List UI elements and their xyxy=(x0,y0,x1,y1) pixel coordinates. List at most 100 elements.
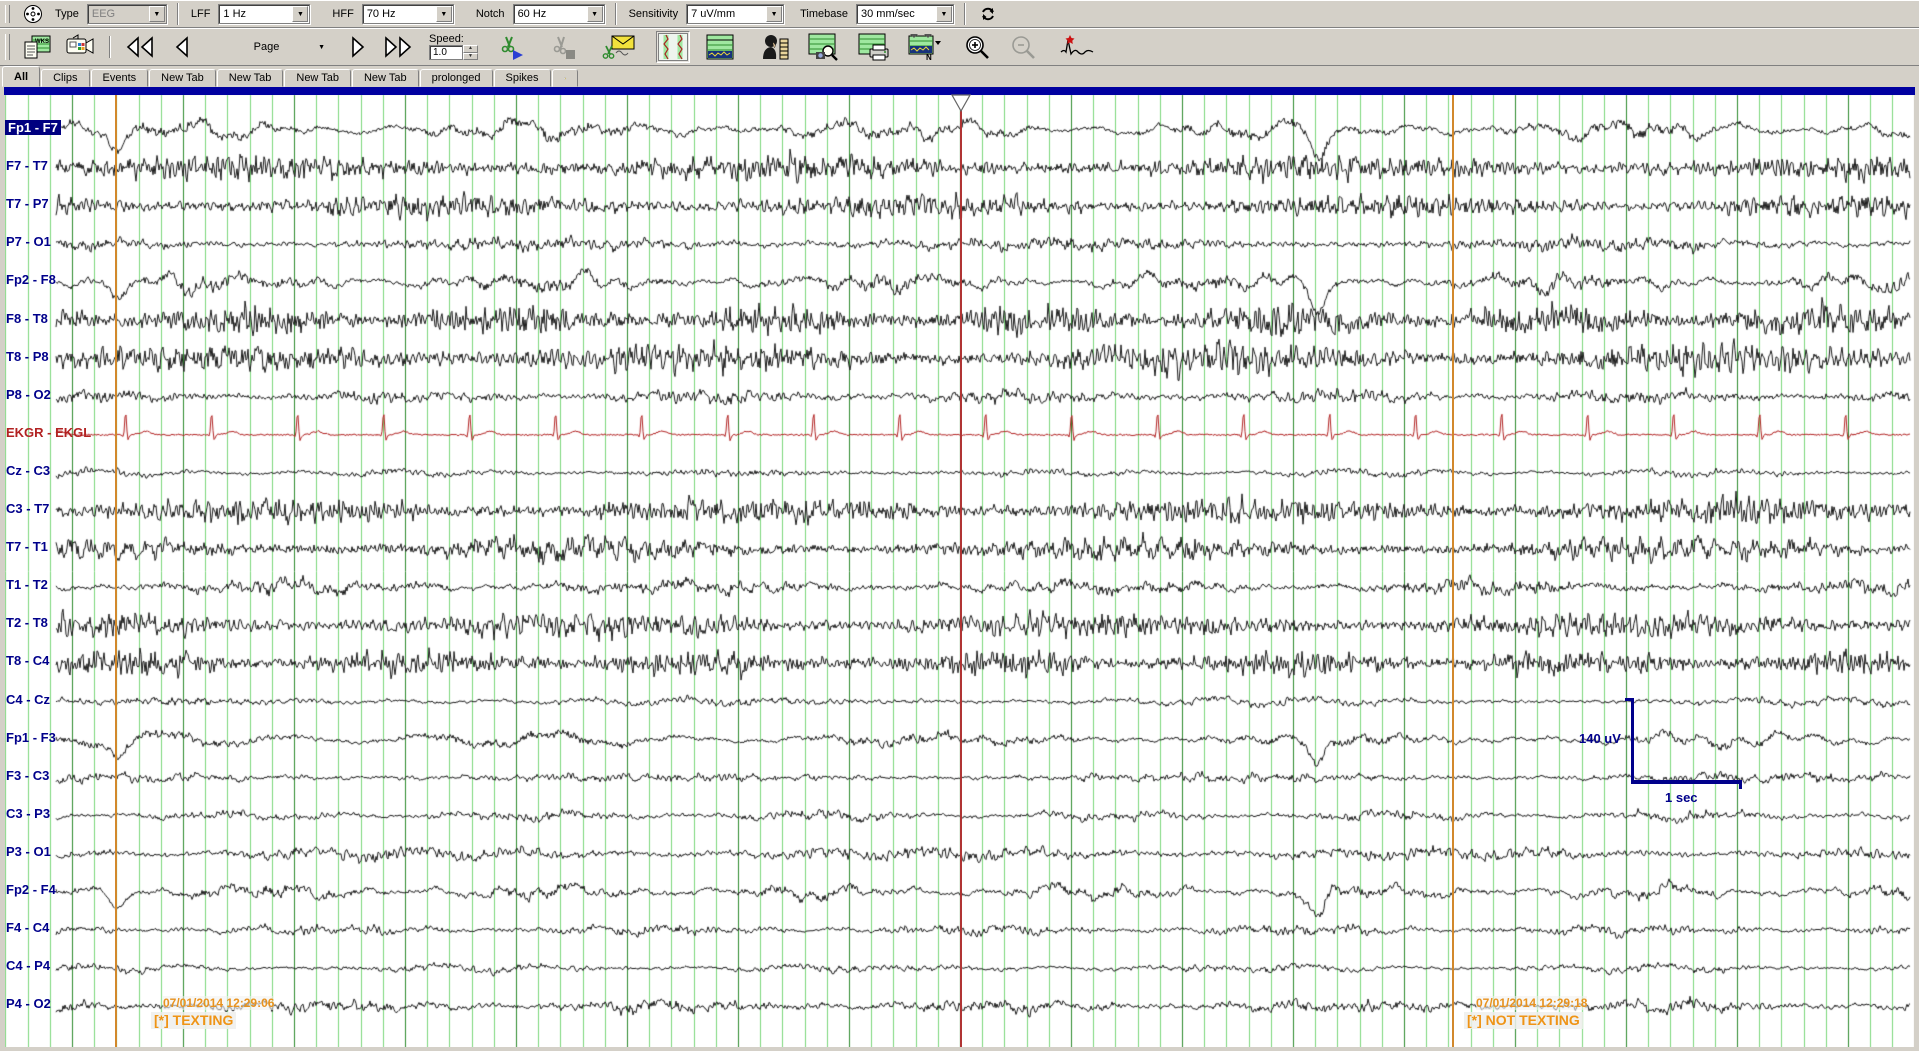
speed-control: Speed: 1.0 ▲▼ xyxy=(429,34,478,60)
channel-label-f7-t7[interactable]: F7 - T7 xyxy=(6,158,48,173)
print-button[interactable] xyxy=(856,31,892,63)
chevron-down-icon: ▼ xyxy=(766,6,782,22)
tab-bar: AllClipsEventsNew TabNew TabNew TabNew T… xyxy=(0,66,1919,87)
channel-label-t1-t2[interactable]: T1 - T2 xyxy=(6,577,48,592)
workspace-button[interactable]: WKS xyxy=(21,32,53,62)
add-tab-button[interactable] xyxy=(552,69,578,87)
hff-select[interactable]: 70 Hz ▼ xyxy=(362,4,454,24)
notch-select[interactable]: 60 Hz ▼ xyxy=(513,4,605,24)
type-select[interactable]: EEG ▼ xyxy=(87,4,167,24)
study-search-button[interactable] xyxy=(806,31,842,63)
scale-right-tick xyxy=(1739,780,1742,789)
tab-spikes[interactable]: Spikes xyxy=(494,69,551,87)
annotation-timestamp-1: 07/01/2014 12:29:18 xyxy=(1476,996,1587,1010)
channel-label-cz-c3[interactable]: Cz - C3 xyxy=(6,463,50,478)
channel-label-t7-t1[interactable]: T7 - T1 xyxy=(6,539,48,554)
clip-play-button[interactable] xyxy=(496,32,528,62)
tab-events[interactable]: Events xyxy=(91,69,149,87)
scale-time-bar xyxy=(1631,780,1742,784)
fast-forward-icon xyxy=(383,35,413,59)
step-forward-icon xyxy=(349,35,367,59)
tab-clips[interactable]: Clips xyxy=(41,69,89,87)
montage-traces-toggle[interactable] xyxy=(656,31,690,63)
zoom-out-icon xyxy=(1010,34,1036,60)
channel-label-t7-p7[interactable]: T7 - P7 xyxy=(6,196,49,211)
channel-label-f4-c4[interactable]: F4 - C4 xyxy=(6,920,49,935)
channel-label-c3-t7[interactable]: C3 - T7 xyxy=(6,501,49,516)
channel-label-fp2-f8[interactable]: Fp2 - F8 xyxy=(6,272,56,287)
channel-label-t8-p8[interactable]: T8 - P8 xyxy=(6,349,49,364)
channel-label-p7-o1[interactable]: P7 - O1 xyxy=(6,234,51,249)
channel-label-c4-p4[interactable]: C4 - P4 xyxy=(6,958,50,973)
channel-label-c3-p3[interactable]: C3 - P3 xyxy=(6,806,50,821)
channel-label-fp2-f4[interactable]: Fp2 - F4 xyxy=(6,882,56,897)
channel-label-f3-c3[interactable]: F3 - C3 xyxy=(6,768,49,783)
speed-input[interactable]: 1.0 xyxy=(429,45,463,60)
annotation-marker-line-1[interactable] xyxy=(1452,95,1454,1048)
timebase-label: Timebase xyxy=(798,8,850,20)
clip-stop-button[interactable] xyxy=(548,32,580,62)
refresh-button[interactable] xyxy=(976,3,1000,25)
channel-label-t8-c4[interactable]: T8 - C4 xyxy=(6,653,49,668)
annotation-filter-button[interactable]: N xyxy=(906,31,944,63)
montage-grid-button[interactable] xyxy=(704,32,736,62)
time-cursor-handle[interactable] xyxy=(951,94,971,115)
navigation-toolbar: WKS Page ▼ xyxy=(0,28,1919,66)
channel-label-p4-o2[interactable]: P4 - O2 xyxy=(6,996,51,1011)
chart-globe-button[interactable] xyxy=(19,2,47,26)
channel-label-c4-cz[interactable]: C4 - Cz xyxy=(6,692,50,707)
annotation-label-1[interactable]: [*] NOT TEXTING xyxy=(1464,1012,1583,1029)
hff-label: HFF xyxy=(330,8,355,20)
clip-email-button[interactable] xyxy=(600,32,638,62)
separator xyxy=(615,3,617,25)
eeg-review-window: { "colors": { "chrome": "#d4d0c8", "trac… xyxy=(0,0,1919,1051)
window-left-edge xyxy=(0,95,5,1051)
channel-label-p3-o1[interactable]: P3 - O1 xyxy=(6,844,51,859)
step-back-button[interactable] xyxy=(171,33,193,61)
new-tab-icon xyxy=(564,72,566,85)
scale-time-label: 1 sec xyxy=(1665,790,1698,805)
annotation-label-0[interactable]: [*] TEXTING xyxy=(151,1012,236,1029)
page-select[interactable]: Page ▼ xyxy=(215,41,325,53)
clip-cut-stop-icon xyxy=(550,34,578,60)
chevron-down-icon: ▼ xyxy=(436,6,452,22)
video-button[interactable] xyxy=(61,32,97,62)
toolbar-grip[interactable] xyxy=(5,34,10,60)
zoom-out-button[interactable] xyxy=(1008,32,1038,62)
speed-spinner[interactable]: ▲▼ xyxy=(463,45,478,60)
step-forward-button[interactable] xyxy=(347,33,369,61)
fast-forward-button[interactable] xyxy=(381,33,415,61)
patient-info-icon xyxy=(760,33,790,61)
scale-top-tick xyxy=(1625,698,1632,701)
tab-new-tab-3[interactable]: New Tab xyxy=(149,69,216,87)
tab-new-tab-4[interactable]: New Tab xyxy=(217,69,284,87)
channel-label-fp1-f7[interactable]: Fp1 - F7 xyxy=(5,120,61,135)
tab-new-tab-6[interactable]: New Tab xyxy=(352,69,419,87)
timebase-select[interactable]: 30 mm/sec ▼ xyxy=(856,4,954,24)
window-right-edge xyxy=(1914,95,1919,1051)
channel-label-fp1-f3[interactable]: Fp1 - F3 xyxy=(6,730,56,745)
patient-info-button[interactable] xyxy=(758,31,792,63)
scale-voltage-bar xyxy=(1631,698,1634,784)
channel-label-f8-t8[interactable]: F8 - T8 xyxy=(6,311,48,326)
sensitivity-select[interactable]: 7 uV/mm ▼ xyxy=(686,4,784,24)
print-icon xyxy=(858,33,890,61)
zoom-in-icon xyxy=(964,34,990,60)
spike-detection-button[interactable] xyxy=(1058,32,1096,62)
toolbar-grip[interactable] xyxy=(5,5,10,23)
channel-label-p8-o2[interactable]: P8 - O2 xyxy=(6,387,51,402)
time-cursor-line[interactable] xyxy=(960,95,962,1048)
chevron-down-icon: ▼ xyxy=(292,6,308,22)
chart-globe-icon xyxy=(23,4,43,24)
channel-label-t2-t8[interactable]: T2 - T8 xyxy=(6,615,48,630)
tab-all[interactable]: All xyxy=(2,66,40,87)
rewind-button[interactable] xyxy=(123,33,157,61)
tab-prolonged[interactable]: prolonged xyxy=(420,69,493,87)
channel-label-ekgr-ekgl[interactable]: EKGR - EKGL xyxy=(6,425,91,440)
zoom-in-button[interactable] xyxy=(962,32,992,62)
lff-select[interactable]: 1 Hz ▼ xyxy=(218,4,310,24)
tab-new-tab-5[interactable]: New Tab xyxy=(284,69,351,87)
annotation-marker-line-0[interactable] xyxy=(115,95,117,1048)
annotation-n-icon: N xyxy=(908,33,942,61)
rewind-icon xyxy=(125,35,155,59)
